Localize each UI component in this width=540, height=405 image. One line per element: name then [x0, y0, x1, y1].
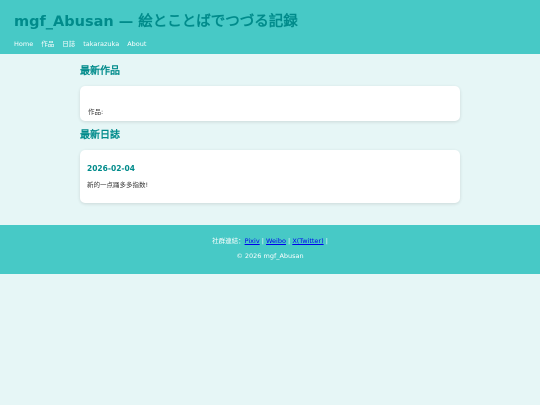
site-title[interactable]: mgf_Abusan — 絵とことばでつづる記録 — [14, 13, 526, 31]
diary-entry-text: 新的一点踊多多指数! — [87, 181, 149, 189]
pixiv-link[interactable]: Pixiv — [245, 237, 260, 245]
works-label: 作品: — [88, 108, 104, 116]
site-footer: 社群連結：Pixiv | Weibo | X(Twitter) | © 2026… — [0, 225, 540, 274]
copyright-text: © 2026 mgf_Abusan — [236, 252, 304, 260]
social-label: 社群連結： — [212, 237, 245, 245]
main-content: 最新作品 作品: 最新日誌 2026-02-04 新的一点踊多多指数! — [0, 54, 460, 203]
latest-works-card: 作品: — [80, 86, 460, 121]
nav-diary-link[interactable]: 日誌 — [62, 40, 75, 48]
diary-entry-date[interactable]: 2026-02-04 — [87, 164, 453, 173]
diary-entry-card: 2026-02-04 新的一点踊多多指数! — [80, 150, 460, 203]
social-links: 社群連結：Pixiv | Weibo | X(Twitter) | — [0, 237, 540, 245]
nav-home-link[interactable]: Home — [14, 40, 33, 48]
main-nav: Home 作品 日誌 takarazuka About — [14, 40, 146, 48]
site-header: mgf_Abusan — 絵とことばでつづる記録 Home 作品 日誌 taka… — [0, 0, 540, 54]
twitter-link[interactable]: X(Twitter) — [292, 237, 323, 245]
weibo-link[interactable]: Weibo — [266, 237, 286, 245]
latest-diary-heading: 最新日誌 — [80, 130, 120, 141]
nav-works-link[interactable]: 作品 — [41, 40, 54, 48]
separator: | — [323, 237, 328, 245]
latest-works-heading: 最新作品 — [80, 66, 120, 77]
nav-takarazuka-link[interactable]: takarazuka — [83, 40, 119, 48]
nav-about-link[interactable]: About — [127, 40, 146, 48]
